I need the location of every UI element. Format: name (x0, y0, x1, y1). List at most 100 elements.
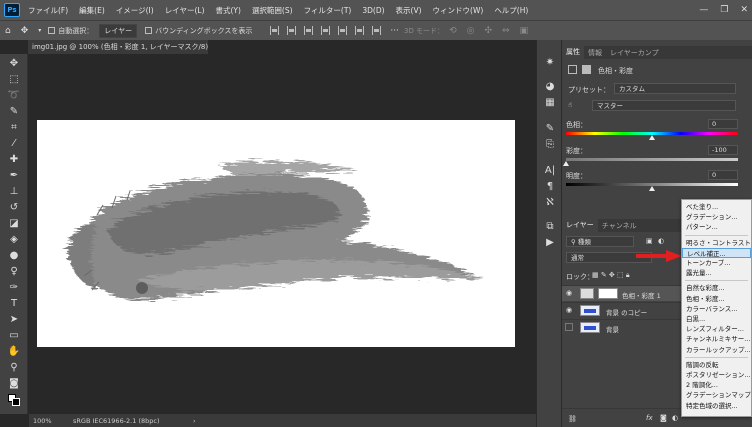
photoshop-logo-icon[interactable]: Ps (4, 3, 20, 17)
history-brush-icon[interactable]: ↺ (6, 202, 22, 214)
popup-menu-item[interactable]: グラデーション... (682, 212, 751, 222)
swatches-grid-icon[interactable]: ▦ (543, 96, 557, 110)
popup-menu-item[interactable]: 明るさ・コントラスト... (682, 238, 751, 248)
zoom-level[interactable]: 100% (33, 417, 69, 425)
target-adjust-icon[interactable]: ☝ (568, 101, 572, 109)
adjust-brush-icon[interactable]: ⎘ (543, 138, 557, 152)
popup-menu-item[interactable]: チャンネルミキサー... (682, 334, 751, 344)
popup-menu-item[interactable]: パターン... (682, 222, 751, 232)
lightness-slider-thumb[interactable] (649, 186, 655, 191)
quick-mask-icon[interactable]: ◙ (6, 378, 22, 390)
path-select-icon[interactable]: ➤ (6, 314, 22, 326)
filter-image-icon[interactable]: ▣ (646, 237, 653, 245)
popup-menu-item[interactable]: 自然な彩度... (682, 283, 751, 293)
align-top-icon[interactable] (321, 26, 331, 35)
hue-value-field[interactable]: 0 (708, 119, 738, 129)
crop-tool-icon[interactable]: ⌗ (6, 122, 22, 134)
menu-layer[interactable]: レイヤー(L) (165, 5, 205, 16)
saturation-slider-track[interactable] (566, 158, 738, 161)
auto-select-dropdown[interactable]: レイヤー (99, 23, 138, 38)
menu-file[interactable]: ファイル(F) (28, 5, 68, 16)
glyphs-icon[interactable]: ℵ (543, 196, 557, 210)
move-tool-icon[interactable]: ✥ (6, 58, 22, 70)
align-middle-icon[interactable] (338, 26, 348, 35)
popup-menu-item[interactable]: 白黒... (682, 314, 751, 324)
color-palette-icon[interactable]: ◕ (543, 80, 557, 94)
shape-tool-icon[interactable]: ▭ (6, 330, 22, 342)
align-center-icon[interactable] (287, 26, 297, 35)
align-right-icon[interactable] (304, 26, 314, 35)
popup-menu-item[interactable]: ポスタリゼーション... (682, 370, 751, 380)
link-layers-icon[interactable]: ⛓ (568, 415, 577, 423)
popup-menu-item[interactable]: 特定色域の選択... (682, 401, 751, 411)
eyedropper-tool-icon[interactable]: ⁄ (6, 138, 22, 150)
tab-channels[interactable]: チャンネル (598, 221, 641, 231)
brush-tool-icon[interactable]: ✒ (6, 170, 22, 182)
brush-settings-icon[interactable]: ✎ (543, 122, 557, 136)
tab-layers[interactable]: レイヤー (562, 219, 598, 232)
marquee-tool-icon[interactable]: ⬚ (6, 74, 22, 86)
3d-scale-icon[interactable]: ▣ (520, 26, 529, 36)
play-icon[interactable]: ▶ (543, 236, 557, 250)
align-bottom-icon[interactable] (355, 26, 365, 35)
home-icon[interactable]: ⌂ (5, 26, 11, 36)
align-left-icon[interactable] (270, 26, 280, 35)
mask-icon[interactable] (582, 65, 591, 74)
auto-select-checkbox[interactable] (48, 27, 56, 34)
quick-select-tool-icon[interactable]: ✎ (6, 106, 22, 118)
menu-view[interactable]: 表示(V) (396, 5, 422, 16)
tab-info[interactable]: 情報 (584, 48, 606, 58)
hand-tool-icon[interactable]: ✋ (6, 346, 22, 358)
color-swatches-icon[interactable] (6, 394, 22, 406)
3d-slide-icon[interactable]: ⇔ (502, 26, 510, 36)
character-icon[interactable]: A| (543, 164, 557, 178)
hue-slider-thumb[interactable] (649, 135, 655, 140)
document-canvas[interactable] (37, 120, 515, 347)
3d-pan-icon[interactable]: ✣ (484, 26, 492, 36)
popup-menu-item[interactable]: カラールックアップ... (682, 345, 751, 355)
popup-menu-item[interactable]: カラーバランス... (682, 304, 751, 314)
visibility-toggle-icon[interactable] (565, 323, 573, 331)
distribute-icon[interactable] (372, 26, 382, 35)
menu-3d[interactable]: 3D(D) (362, 6, 384, 15)
lock-pixels-icon[interactable]: ▦ ✎ ✥ ⬚ 🔒︎ (592, 271, 630, 280)
tab-layer-comps[interactable]: レイヤーカンプ (606, 48, 663, 58)
channel-dropdown[interactable]: マスター (592, 100, 736, 111)
more-options-icon[interactable]: ··· (390, 26, 399, 36)
visibility-eye-icon[interactable]: ◉ (566, 290, 574, 297)
popup-menu-item[interactable]: 露光量... (682, 268, 751, 278)
healing-brush-icon[interactable]: ✚ (6, 154, 22, 166)
dodge-tool-icon[interactable]: ♀ (6, 266, 22, 278)
chevron-down-icon[interactable]: ▾ (38, 27, 41, 34)
saturation-value-field[interactable]: -100 (708, 145, 738, 155)
light-icon[interactable]: ✷ (543, 56, 557, 70)
popup-menu-item[interactable]: べた塗り... (682, 202, 751, 212)
popup-menu-item[interactable]: グラデーションマップ... (682, 390, 751, 400)
menu-edit[interactable]: 編集(E) (79, 5, 105, 16)
menu-window[interactable]: ウィンドウ(W) (433, 5, 484, 16)
3d-roll-icon[interactable]: ◎ (467, 26, 475, 36)
move-tool-icon[interactable]: ✥ (21, 26, 29, 36)
paint-bucket-icon[interactable]: ◈ (6, 234, 22, 246)
3d-rotate-icon[interactable]: ⟲ (449, 26, 457, 36)
clone-stamp-icon[interactable]: ⊥ (6, 186, 22, 198)
preset-dropdown[interactable]: カスタム (614, 83, 736, 94)
status-arrow-icon[interactable]: › (193, 417, 196, 425)
pen-tool-icon[interactable]: ✑ (6, 282, 22, 294)
menu-help[interactable]: ヘルプ(H) (494, 5, 528, 16)
lightness-value-field[interactable]: 0 (708, 170, 738, 180)
blur-tool-icon[interactable]: ● (6, 250, 22, 262)
type-tool-icon[interactable]: T (6, 298, 22, 310)
menu-filter[interactable]: フィルター(T) (304, 5, 352, 16)
fx-button[interactable]: fx (646, 414, 653, 422)
layer-mask-thumbnail[interactable] (598, 288, 618, 299)
saturation-slider-thumb[interactable] (563, 161, 569, 166)
paragraph-icon[interactable]: ¶ (543, 180, 557, 194)
lasso-tool-icon[interactable]: ➰ (6, 90, 22, 102)
eraser-tool-icon[interactable]: ◪ (6, 218, 22, 230)
popup-menu-item[interactable]: トーンカーブ... (682, 258, 751, 268)
tab-properties[interactable]: 属性 (562, 46, 584, 59)
popup-menu-item[interactable]: 階調の反転 (682, 360, 751, 370)
layer-filter-dropdown[interactable]: ⚲ 種類 (566, 236, 634, 247)
popup-menu-item[interactable]: 2 階調化... (682, 380, 751, 390)
